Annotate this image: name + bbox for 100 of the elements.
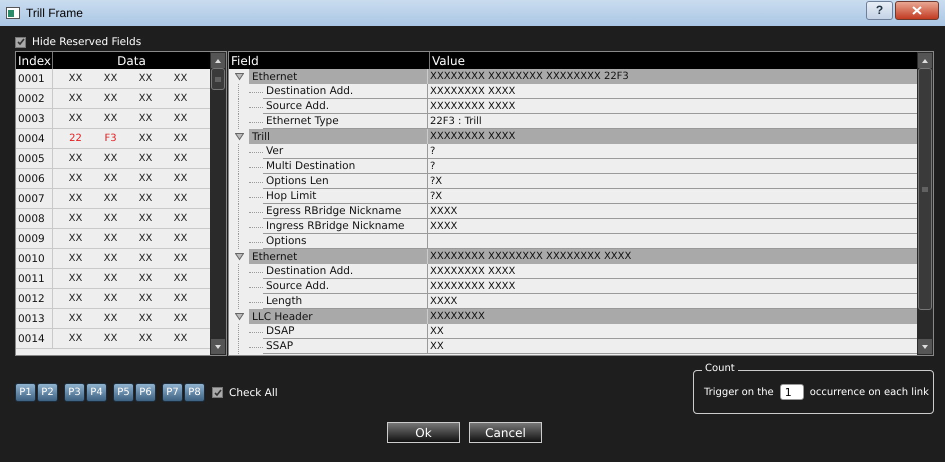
field-cell[interactable]: Ingress RBridge Nickname bbox=[263, 219, 428, 234]
scroll-up-button[interactable] bbox=[918, 53, 932, 68]
hex-cell-text: XX bbox=[102, 313, 118, 324]
hex-cell-text: XX bbox=[138, 293, 154, 304]
hex-cell-text: XX bbox=[68, 93, 84, 104]
hex-cell-text: XX bbox=[172, 233, 188, 244]
triangle-icon[interactable] bbox=[234, 72, 244, 81]
scroll-up-button[interactable] bbox=[211, 53, 225, 68]
value-cell: XX bbox=[428, 324, 917, 339]
hex-cell-text: XX bbox=[102, 153, 118, 164]
up-arrow-icon bbox=[922, 58, 928, 62]
hex-cell-text: XX bbox=[68, 273, 84, 284]
help-button[interactable]: ? bbox=[866, 0, 893, 20]
hex-cell-text: XX bbox=[102, 213, 118, 224]
hex-cell-text: XX bbox=[138, 133, 154, 144]
index-cell: 0009 bbox=[16, 229, 53, 248]
hex-cell-text: XX bbox=[172, 173, 188, 184]
hex-cell-text: XX bbox=[138, 273, 154, 284]
scroll-down-button[interactable] bbox=[211, 339, 225, 354]
value-cell: ? bbox=[428, 159, 917, 174]
triangle-icon[interactable] bbox=[234, 312, 244, 321]
hex-cell-text: XX bbox=[138, 313, 154, 324]
column-header: Value bbox=[431, 54, 465, 68]
down-arrow-icon bbox=[215, 344, 221, 348]
field-label: Trigger on the bbox=[704, 386, 774, 398]
dialog-button[interactable]: Cancel bbox=[469, 422, 542, 443]
value-cell: XXXX bbox=[428, 219, 917, 234]
triangle-icon[interactable] bbox=[234, 132, 244, 141]
hex-cell-text: XX bbox=[172, 133, 188, 144]
field-cell[interactable]: Egress RBridge Nickname bbox=[263, 204, 428, 219]
group-field[interactable]: Ethernet bbox=[249, 69, 428, 84]
scrollbar[interactable] bbox=[917, 52, 933, 355]
dialog-button[interactable]: Ok bbox=[387, 422, 460, 443]
hex-cell-text: XX bbox=[138, 253, 154, 264]
close-icon bbox=[912, 6, 922, 14]
index-cell: 0002 bbox=[16, 89, 53, 108]
field-cell[interactable]: Multi Destination bbox=[263, 159, 428, 174]
hex-cell-text: XX bbox=[102, 113, 118, 124]
scroll-thumb[interactable] bbox=[211, 68, 225, 90]
hex-cell-text: XX bbox=[138, 153, 154, 164]
hex-cell-text: XX bbox=[172, 153, 188, 164]
hex-cell-text: F3 bbox=[103, 133, 118, 144]
index-cell: 0006 bbox=[16, 169, 53, 188]
triangle-icon[interactable] bbox=[234, 252, 244, 261]
value-cell: ?X bbox=[428, 189, 917, 204]
down-arrow-icon bbox=[922, 344, 928, 348]
index-cell: 0011 bbox=[16, 269, 53, 288]
hex-cell-text: XX bbox=[172, 333, 188, 344]
hex-cell-text: XX bbox=[172, 93, 188, 104]
hex-cell-text: XX bbox=[172, 253, 188, 264]
field-cell[interactable]: Ver bbox=[263, 144, 428, 159]
hex-cell-text: XX bbox=[138, 73, 154, 84]
field-cell[interactable]: Hop Limit bbox=[263, 189, 428, 204]
index-cell: 0001 bbox=[16, 69, 53, 88]
field-cell[interactable]: Destination Add. bbox=[263, 264, 428, 279]
group-field[interactable]: Trill bbox=[249, 129, 428, 144]
hex-cell-text: XX bbox=[102, 293, 118, 304]
group-title: Count bbox=[702, 363, 738, 374]
column-header: Index bbox=[16, 52, 53, 69]
field-cell[interactable]: DSAP bbox=[263, 324, 428, 339]
field-cell[interactable]: Source Add. bbox=[263, 99, 428, 114]
group-field[interactable]: Ethernet bbox=[249, 249, 428, 264]
field-cell[interactable]: SSAP bbox=[263, 339, 428, 354]
value-cell: XXXXXXXX XXXX bbox=[428, 279, 917, 294]
up-arrow-icon bbox=[215, 58, 221, 62]
hex-cell-text: XX bbox=[138, 93, 154, 104]
hex-cell-text: XX bbox=[102, 93, 118, 104]
index-cell: 0004 bbox=[16, 129, 53, 148]
hex-cell-text: XX bbox=[138, 233, 154, 244]
checkbox[interactable] bbox=[212, 387, 223, 398]
value-cell: XXXXXXXX XXXX bbox=[428, 99, 917, 114]
app-icon bbox=[6, 7, 20, 19]
hex-cell-text: XX bbox=[138, 173, 154, 184]
hex-cell-text: XX bbox=[172, 273, 188, 284]
close-button[interactable] bbox=[895, 0, 939, 20]
hex-cell-text: XX bbox=[172, 213, 188, 224]
group-value: XXXXXXXX XXXXXXXX XXXXXXXX 22F3 bbox=[428, 69, 917, 84]
scrollbar[interactable] bbox=[210, 52, 226, 355]
group-value: XXXXXXXX XXXX bbox=[428, 129, 917, 144]
hex-cell-text: XX bbox=[102, 73, 118, 84]
hex-cell-text: XX bbox=[172, 193, 188, 204]
hex-cell-text: XX bbox=[102, 173, 118, 184]
scroll-down-button[interactable] bbox=[918, 339, 932, 354]
scroll-thumb[interactable] bbox=[918, 68, 932, 310]
hex-cell-text: 22 bbox=[68, 133, 83, 144]
group-field[interactable]: LLC Header bbox=[249, 309, 428, 324]
checkbox-label: Check All bbox=[229, 386, 278, 398]
index-cell: 0007 bbox=[16, 189, 53, 208]
hex-cell-text: XX bbox=[138, 333, 154, 344]
checkbox[interactable] bbox=[15, 36, 26, 48]
field-label: occurrence on each link bbox=[810, 386, 929, 398]
field-cell[interactable]: Source Add. bbox=[263, 279, 428, 294]
field-cell[interactable]: Destination Add. bbox=[263, 84, 428, 99]
input-field[interactable]: 1 bbox=[780, 384, 804, 400]
hex-cell-text: XX bbox=[68, 213, 84, 224]
hex-cell-text: XX bbox=[138, 213, 154, 224]
field-cell[interactable]: Options Len bbox=[263, 174, 428, 189]
hex-cell-text: XX bbox=[102, 253, 118, 264]
index-cell: 0012 bbox=[16, 289, 53, 308]
hex-cell-text: XX bbox=[68, 113, 84, 124]
